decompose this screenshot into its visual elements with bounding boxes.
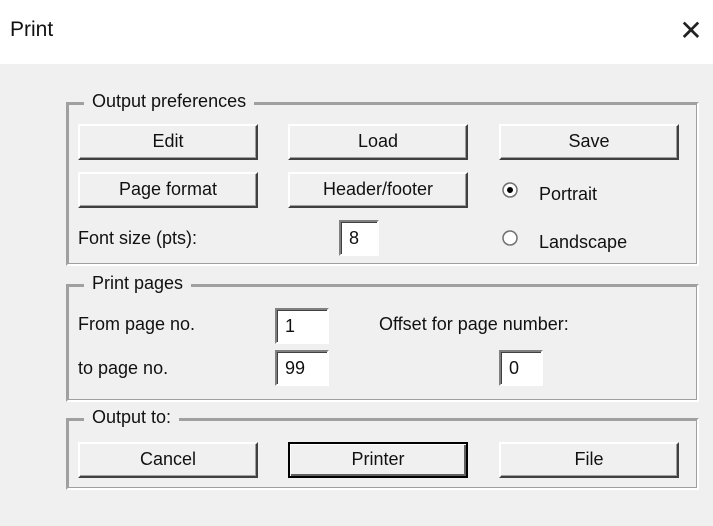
print-pages-group: Print pages From page no. 1 Offset for p… [66, 273, 699, 402]
font-size-label: Font size (pts): [78, 228, 198, 248]
radio-landscape-icon[interactable] [502, 230, 518, 246]
radio-portrait-label[interactable]: Portrait [539, 184, 597, 205]
from-page-input[interactable]: 1 [275, 308, 329, 344]
dialog-body: Output preferences Edit Load Save Page f… [10, 64, 703, 526]
header-footer-button[interactable]: Header/footer [288, 172, 468, 208]
page-format-button[interactable]: Page format [78, 172, 258, 208]
close-icon[interactable]: ✕ [676, 16, 706, 46]
print-pages-legend: Print pages [84, 273, 192, 294]
output-to-legend: Output to: [84, 407, 180, 428]
dialog-title: Print [10, 18, 54, 41]
load-button[interactable]: Load [288, 124, 468, 160]
radio-portrait-icon[interactable] [502, 182, 518, 198]
offset-page-number-label: Offset for page number: [379, 314, 569, 334]
edit-button[interactable]: Edit [78, 124, 258, 160]
output-to-group: Output to: Cancel Printer File [66, 407, 699, 490]
title-bar: Print ✕ [0, 0, 713, 64]
save-button[interactable]: Save [499, 124, 679, 160]
radio-landscape-label[interactable]: Landscape [539, 232, 627, 253]
printer-button[interactable]: Printer [288, 442, 468, 478]
file-button[interactable]: File [499, 442, 679, 478]
font-size-input[interactable]: 8 [339, 220, 379, 256]
offset-page-number-input[interactable]: 0 [499, 350, 543, 386]
cancel-button[interactable]: Cancel [78, 442, 258, 478]
print-dialog: Print ✕ Output preferences Edit Load Sav… [0, 0, 713, 526]
to-page-input[interactable]: 99 [275, 350, 329, 386]
from-page-label: From page no. [78, 314, 196, 334]
output-preferences-legend: Output preferences [84, 91, 255, 112]
to-page-label: to page no. [78, 358, 169, 378]
output-preferences-group: Output preferences Edit Load Save Page f… [66, 91, 699, 266]
